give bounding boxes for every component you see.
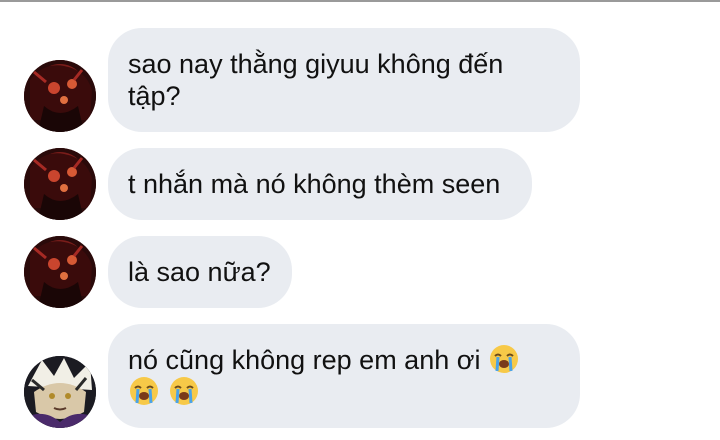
sender-avatar[interactable] [24,148,96,220]
message-bubble[interactable]: là sao nữa? [108,236,292,308]
dark-haired-avatar-icon [24,356,96,428]
loudly-crying-face-icon [168,375,200,407]
sender-avatar[interactable] [24,236,96,308]
red-demon-avatar-icon [24,236,96,308]
message-row: là sao nữa? [0,236,720,308]
loudly-crying-face-icon [488,343,520,375]
message-bubble[interactable]: nó cũng không rep em anh ơi [108,324,580,428]
message-text-line: là sao nữa? [128,257,271,287]
chat-thread[interactable]: sao nay thằng giyuu không đến tập? t nhắ… [0,0,720,440]
message-row: nó cũng không rep em anh ơi [0,324,720,428]
message-bubble[interactable]: sao nay thằng giyuu không đến tập? [108,28,580,132]
message-text: nó cũng không rep em anh ơi [128,345,481,375]
emoji-line [128,376,560,408]
message-bubble[interactable]: t nhắn mà nó không thèm seen [108,148,532,220]
message-row: t nhắn mà nó không thèm seen [0,148,720,220]
red-demon-avatar-icon [24,148,96,220]
message-text-line: nó cũng không rep em anh ơi [128,344,560,376]
sender-avatar[interactable] [24,60,96,132]
message-text-line: t nhắn mà nó không thèm seen [128,169,501,199]
message-text-line: tập? [128,81,181,111]
sender-avatar[interactable] [24,356,96,428]
red-demon-avatar-icon [24,60,96,132]
message-text-line: sao nay thằng giyuu không đến [128,49,504,79]
message-row: sao nay thằng giyuu không đến tập? [0,28,720,132]
loudly-crying-face-icon [128,375,160,407]
